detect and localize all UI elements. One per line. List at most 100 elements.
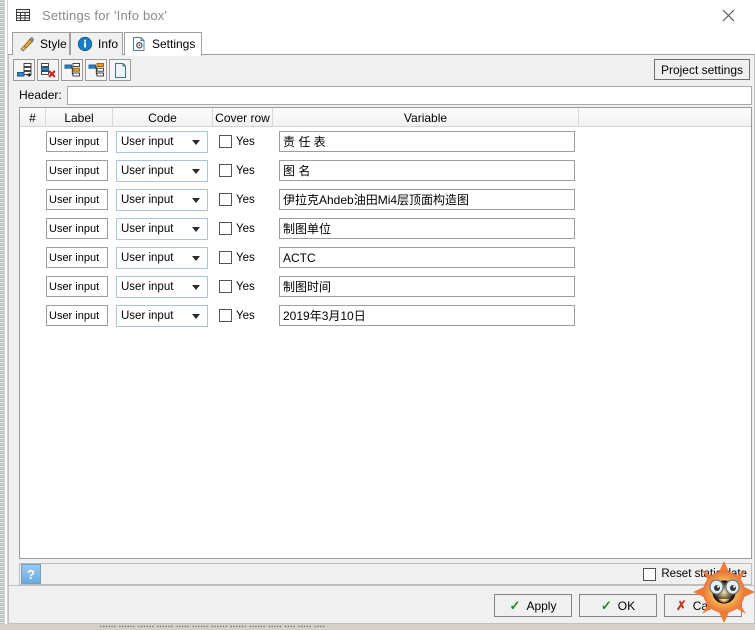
gear-page-icon [131,36,147,52]
close-button[interactable] [707,2,749,28]
row-label-input[interactable]: User input [46,160,108,181]
table-row: User input User input Yes 图 名 [20,156,751,185]
column-header-cover-row[interactable]: Cover row [213,108,273,127]
check-icon: ✓ [600,597,612,613]
chevron-down-icon [192,139,200,145]
table-row: User input User input Yes 制图单位 [20,214,751,243]
row-code-dropdown[interactable]: User input [116,246,208,269]
row-code-dropdown[interactable]: User input [116,188,208,211]
row-cover-row-group[interactable]: Yes [219,135,279,148]
cancel-label: Cancel [692,598,731,613]
row-variable-input[interactable]: 2019年3月10日 [279,305,575,326]
row-cover-row-checkbox[interactable] [219,222,232,235]
table-row: User input User input Yes 伊拉克Ahdeb油田Mi4层顶面构… [20,185,751,214]
row-cover-row-label: Yes [236,164,255,177]
row-cover-row-group[interactable]: Yes [219,251,279,264]
table-row: User input User input Yes 责 任 表 [20,127,751,156]
row-label-input[interactable]: User input [46,218,108,239]
delete-row-icon[interactable] [37,59,59,81]
grid-rows: User input User input Yes 责 任 表 User input Us… [20,127,751,330]
row-label-input[interactable]: User input [46,305,108,326]
row-cover-row-checkbox[interactable] [219,280,232,293]
chevron-down-icon [192,226,200,232]
move-down-icon[interactable] [85,59,107,81]
row-code-value: User input [121,251,174,264]
row-cover-row-group[interactable]: Yes [219,280,279,293]
column-header-label[interactable]: Label [46,108,113,127]
row-code-dropdown[interactable]: User input [116,159,208,182]
help-label: ? [27,566,35,582]
desktop-background-strip: ▪▪▪▪▪▪ ▪▪▪▪▪▪ ▪▪▪▪▪▪ ▪▪▪▪▪▪ ▪▪▪▪▪ ▪▪▪▪▪▪… [0,624,755,630]
check-icon: ✓ [509,597,521,613]
row-code-value: User input [121,280,174,293]
move-up-icon[interactable] [61,59,83,81]
panel-bottom-bar: ? Reset static date [19,563,752,585]
ok-button[interactable]: ✓ OK [579,594,657,617]
new-page-icon[interactable] [109,59,131,81]
apply-button[interactable]: ✓ Apply [494,594,572,617]
info-circle-icon [77,36,93,52]
column-header-extra[interactable] [579,108,751,127]
row-cover-row-group[interactable]: Yes [219,309,279,322]
row-code-dropdown[interactable]: User input [116,130,208,153]
row-cover-row-label: Yes [236,222,255,235]
column-header-index[interactable]: # [20,108,46,127]
header-input[interactable] [67,85,752,105]
tab-info-label: Info [98,37,119,51]
dialog-footer: ✓ Apply ✓ OK ✗ Cancel [8,586,755,624]
ok-label: OK [617,598,636,613]
row-code-dropdown[interactable]: User input [116,304,208,327]
add-row-icon[interactable] [13,59,35,81]
x-icon: ✗ [675,597,687,613]
chevron-down-icon [192,197,200,203]
row-label-input[interactable]: User input [46,247,108,268]
row-variable-input[interactable]: ACTC [279,247,575,268]
row-code-value: User input [121,135,174,148]
chevron-down-icon [192,313,200,319]
tab-info[interactable]: Info [70,32,123,55]
settings-panel: Project settings Header: # Label Code Co… [8,55,755,586]
help-icon[interactable]: ? [21,564,41,584]
row-cover-row-label: Yes [236,193,255,206]
row-code-dropdown[interactable]: User input [116,275,208,298]
row-label-input[interactable]: User input [46,189,108,210]
row-code-value: User input [121,193,174,206]
row-cover-row-checkbox[interactable] [219,135,232,148]
chevron-down-icon [192,168,200,174]
row-variable-input[interactable]: 伊拉克Ahdeb油田Mi4层顶面构造图 [279,189,575,210]
grid-toolbar [13,58,131,82]
table-row: User input User input Yes ACTC [20,243,751,272]
row-cover-row-checkbox[interactable] [219,193,232,206]
row-label-input[interactable]: User input [46,131,108,152]
column-header-code[interactable]: Code [113,108,213,127]
column-header-variable[interactable]: Variable [273,108,579,127]
row-cover-row-checkbox[interactable] [219,164,232,177]
row-cover-row-label: Yes [236,309,255,322]
row-label-input[interactable]: User input [46,276,108,297]
row-code-value: User input [121,309,174,322]
chevron-down-icon [192,284,200,290]
row-cover-row-group[interactable]: Yes [219,193,279,206]
row-cover-row-group[interactable]: Yes [219,164,279,177]
paintbrush-icon [19,36,35,52]
row-variable-input[interactable]: 制图时间 [279,276,575,297]
row-cover-row-checkbox[interactable] [219,309,232,322]
tab-strip: Style Info Settings [8,30,755,56]
tab-settings-label: Settings [152,37,196,51]
settings-grid: # Label Code Cover row Variable User inp… [19,107,752,559]
project-settings-button[interactable]: Project settings [653,59,750,80]
row-cover-row-label: Yes [236,280,255,293]
reset-static-date-checkbox[interactable] [643,567,657,581]
cancel-button[interactable]: ✗ Cancel [664,594,742,617]
close-icon [722,9,734,21]
tab-style[interactable]: Style [12,32,70,55]
row-variable-input[interactable]: 制图单位 [279,218,575,239]
desktop-smear-text: ▪▪▪▪▪▪ ▪▪▪▪▪▪ ▪▪▪▪▪▪ ▪▪▪▪▪▪ ▪▪▪▪▪ ▪▪▪▪▪▪… [100,624,326,630]
reset-static-date-group[interactable]: Reset static date [643,567,747,581]
row-variable-input[interactable]: 图 名 [279,160,575,181]
row-variable-input[interactable]: 责 任 表 [279,131,575,152]
tab-settings[interactable]: Settings [124,32,202,56]
row-cover-row-checkbox[interactable] [219,251,232,264]
row-cover-row-group[interactable]: Yes [219,222,279,235]
row-code-dropdown[interactable]: User input [116,217,208,240]
